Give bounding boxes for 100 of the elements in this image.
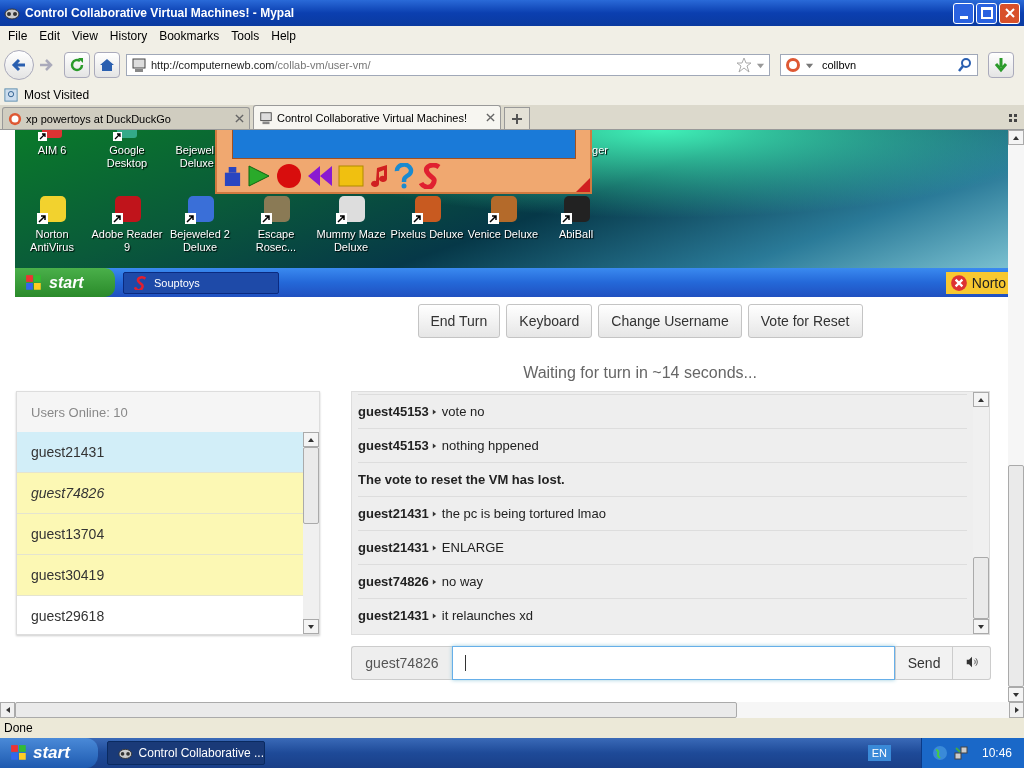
desktop-icon-label[interactable]: Pixelus Deluxe [390, 228, 464, 241]
shortcut-icon[interactable] [36, 194, 68, 226]
arrow-icon [431, 442, 437, 449]
send-button[interactable]: Send [895, 646, 954, 680]
arrow-icon [431, 510, 437, 517]
taskbar-button[interactable]: Souptoys [123, 271, 279, 294]
speaker-icon [965, 655, 978, 668]
desktop-icon-label[interactable]: AbiBall [558, 228, 594, 241]
desktop-icon-label[interactable]: Bejeweled 2 Deluxe [162, 228, 238, 254]
scrollbar[interactable] [303, 432, 319, 634]
control-button[interactable]: Vote for Reset [747, 304, 863, 338]
desktop-icon-label[interactable]: Mummy Maze Deluxe [313, 228, 389, 254]
search-icon[interactable] [957, 57, 973, 73]
desktop-icon-label[interactable]: Google Desktop [89, 144, 165, 170]
arrow-icon [431, 544, 437, 551]
computer-icon [259, 110, 273, 125]
bookmark-star-icon[interactable] [736, 57, 752, 73]
desktop-icon-label[interactable]: Norton AntiVirus [15, 228, 90, 254]
desktop-icon-label[interactable]: Escape Rosec... [238, 228, 314, 254]
browser-tab[interactable]: xp powertoys at DuckDuckGo [2, 107, 250, 129]
address-bar[interactable]: http://computernewb.com/collab-vm/user-vm/ [126, 54, 770, 76]
chat-username: guest21431 [358, 506, 429, 521]
user-item[interactable]: guest13704 [17, 514, 303, 555]
menu-item[interactable]: Edit [33, 29, 67, 43]
minimize-button[interactable] [953, 2, 974, 24]
music-note-icon[interactable] [369, 164, 389, 188]
download-icon [993, 57, 1009, 73]
close-button[interactable] [999, 2, 1020, 24]
s-logo-icon [134, 275, 148, 290]
shortcut-icon[interactable] [111, 194, 143, 226]
notification-balloon[interactable]: Norto [945, 271, 1008, 294]
menu-item[interactable]: Tools [225, 29, 266, 43]
shortcut-icon[interactable] [184, 194, 216, 226]
user-item[interactable]: guest21431 [17, 432, 303, 473]
bookmark-item[interactable]: Most Visited [4, 87, 90, 102]
menu-item[interactable]: History [103, 29, 154, 43]
network-icon[interactable] [952, 745, 969, 761]
control-button[interactable]: Change Username [598, 304, 742, 338]
error-icon [949, 273, 968, 292]
menu-item[interactable]: View [66, 29, 104, 43]
menu-item[interactable]: Help [265, 29, 302, 43]
home-button[interactable] [94, 52, 120, 78]
window-title: Control Collaborative Virtual Machines! - Mypal [25, 6, 296, 20]
close-icon[interactable] [235, 114, 244, 123]
chat-username: guest21431 [358, 540, 429, 555]
menu-item[interactable]: Bookmarks [153, 29, 226, 43]
desktop-icon-label[interactable]: Venice Deluxe [467, 228, 539, 241]
user-item[interactable]: guest30419 [17, 555, 303, 596]
user-item[interactable]: guest29618 [17, 596, 303, 634]
chat-input-field[interactable] [451, 646, 896, 680]
desktop-icon-label[interactable]: Bejewel Deluxe [164, 144, 214, 170]
system-message: The vote to reset the VM has lost. [358, 472, 565, 487]
chat-message: the pc is being tortured lmao [441, 506, 606, 521]
taskbar-button[interactable]: Control Collaborative ... [107, 741, 265, 765]
horizontal-scrollbar[interactable] [0, 702, 1024, 718]
globe-icon[interactable] [931, 745, 948, 761]
language-indicator[interactable]: EN [867, 745, 891, 761]
chat-message: ENLARGE [441, 540, 504, 555]
chat-username: guest45153 [358, 404, 429, 419]
clock: 10:46 [981, 746, 1012, 760]
desktop-icon-label[interactable]: AIM 6 [37, 144, 67, 157]
shortcut-icon[interactable] [260, 194, 292, 226]
chat-message: no way [441, 574, 484, 589]
control-button[interactable]: Keyboard [506, 304, 593, 338]
new-tab-button[interactable] [504, 107, 530, 129]
shortcut-icon[interactable] [560, 194, 592, 226]
resize-grip-icon[interactable] [576, 178, 590, 192]
weight-icon[interactable] [223, 164, 242, 188]
page-scrollbar[interactable] [1008, 130, 1024, 702]
tab-list-icon[interactable] [1008, 113, 1018, 123]
start-button[interactable]: start [0, 738, 98, 768]
logo-icon[interactable] [419, 163, 443, 189]
menu-item[interactable]: File [2, 29, 34, 43]
username-label: guest74826 [351, 646, 452, 680]
control-button[interactable]: End Turn [417, 304, 501, 338]
chat-username: guest21431 [358, 608, 429, 623]
back-button[interactable] [4, 50, 34, 80]
shortcut-icon[interactable] [335, 194, 367, 226]
arrow-icon [431, 578, 437, 585]
shortcut-icon[interactable] [411, 194, 443, 226]
arrow-icon [431, 408, 437, 415]
close-icon[interactable] [486, 113, 495, 122]
scrollbar[interactable] [973, 392, 989, 634]
play-icon[interactable] [247, 164, 271, 188]
shortcut-icon[interactable] [487, 194, 519, 226]
rewind-icon[interactable] [307, 165, 333, 187]
plus-icon [511, 112, 523, 125]
reload-icon [69, 57, 85, 73]
user-item[interactable]: guest74826 [17, 473, 303, 514]
record-icon[interactable] [276, 163, 302, 189]
turn-status: Waiting for turn in ~14 seconds... [523, 364, 757, 382]
browser-tab[interactable]: Control Collaborative Virtual Machines! [253, 105, 501, 129]
download-button[interactable] [988, 52, 1014, 78]
users-online-header: Users Online: 10 [30, 403, 129, 422]
reload-button[interactable] [64, 52, 90, 78]
desktop-icon-label[interactable]: Adobe Reader 9 [89, 228, 165, 254]
maximize-button[interactable] [976, 2, 997, 24]
search-field[interactable]: collbvn [780, 54, 978, 76]
chat-message: nothing hppened [441, 438, 539, 453]
sound-button[interactable] [953, 646, 991, 680]
